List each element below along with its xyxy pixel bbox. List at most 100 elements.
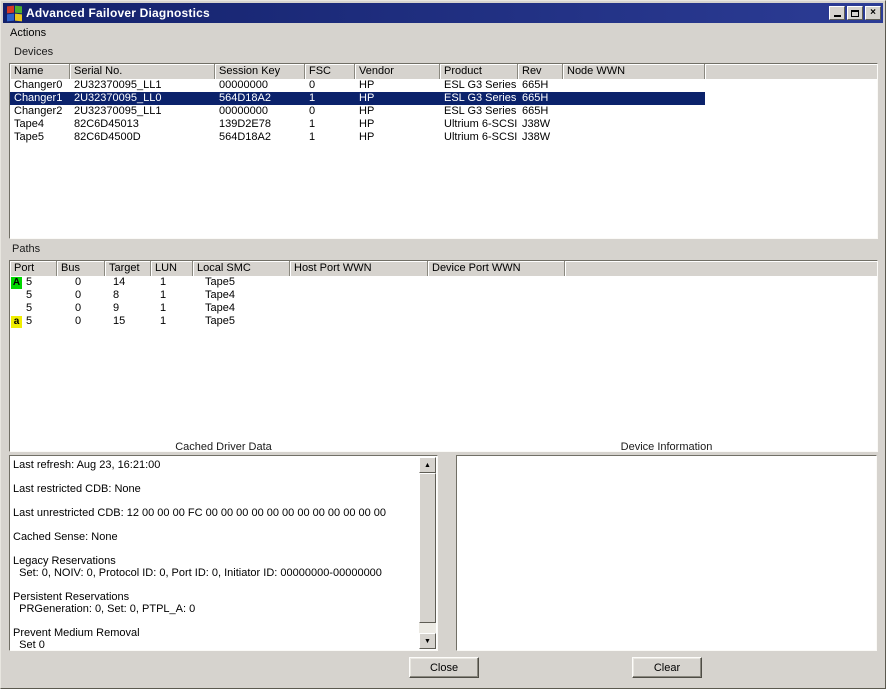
device-cell-product: ESL G3 Series [440,79,518,92]
path-cell-device_port_wwn [428,302,565,315]
device-cell-vendor: HP [355,131,440,144]
title-bar[interactable]: Advanced Failover Diagnostics × [3,3,883,23]
devices-table-body: Changer02U32370095_LL1000000000HPESL G3 … [10,79,877,144]
paths-table-body: A50141Tape55081Tape45091Tape4a50151Tape5 [10,276,877,328]
device-cell-session_key: 00000000 [215,105,305,118]
path-row[interactable]: 5091Tape4 [10,302,877,315]
path-cell-port: a5 [10,315,57,328]
device-row[interactable]: Tape582C6D4500D564D18A21HPUltrium 6-SCSI… [10,131,877,144]
column-header-target[interactable]: Target [105,261,151,276]
device-information-pane[interactable] [456,455,877,651]
clear-button[interactable]: Clear [632,657,702,678]
path-port-value: 5 [26,276,32,289]
path-port-value: 5 [26,315,32,328]
advanced-failover-diagnostics-window: Advanced Failover Diagnostics × Actions … [0,0,886,689]
window-controls: × [829,6,881,20]
path-cell-lun: 1 [151,289,193,302]
devices-table-header: NameSerial No.Session KeyFSCVendorProduc… [10,64,877,79]
path-port-value: 5 [26,289,32,302]
device-row-filler [705,131,877,144]
scroll-down-button[interactable]: ▼ [419,633,436,649]
column-header-node-wwn[interactable]: Node WWN [563,64,705,79]
path-cell-device_port_wwn [428,276,565,289]
device-cell-vendor: HP [355,105,440,118]
path-cell-lun: 1 [151,276,193,289]
cached-driver-data-label: Cached Driver Data [9,441,438,453]
device-cell-fsc: 1 [305,118,355,131]
minimize-button[interactable] [829,6,845,20]
minimize-icon [834,15,841,17]
device-row[interactable]: Changer22U32370095_LL1000000000HPESL G3 … [10,105,877,118]
path-status-badge: a [11,316,22,328]
path-cell-lun: 1 [151,315,193,328]
device-cell-fsc: 1 [305,92,355,105]
cached-driver-data-pane[interactable]: Last refresh: Aug 23, 16:21:00 Last rest… [9,455,438,651]
device-cell-product: ESL G3 Series [440,105,518,118]
device-cell-serial: 2U32370095_LL1 [70,105,215,118]
device-row[interactable]: Changer02U32370095_LL1000000000HPESL G3 … [10,79,877,92]
device-cell-name: Changer0 [10,79,70,92]
path-cell-host_port_wwn [290,276,428,289]
device-row[interactable]: Tape482C6D45013139D2E781HPUltrium 6-SCSI… [10,118,877,131]
column-header-serial-no-[interactable]: Serial No. [70,64,215,79]
path-cell-local_smc: Tape4 [193,302,290,315]
scroll-up-button[interactable]: ▲ [419,457,436,473]
device-cell-rev: 665H [518,105,563,118]
column-header-lun[interactable]: LUN [151,261,193,276]
column-header-bus[interactable]: Bus [57,261,105,276]
column-header-host-port-wwn[interactable]: Host Port WWN [290,261,428,276]
device-cell-serial: 2U32370095_LL0 [70,92,215,105]
path-badge-spacer [11,290,22,302]
device-cell-name: Changer2 [10,105,70,118]
path-row-filler [565,315,877,328]
menu-bar: Actions [3,23,883,41]
device-row-filler [705,79,877,92]
path-status-badge: A [11,277,22,289]
column-header-fsc[interactable]: FSC [305,64,355,79]
scrollbar-thumb[interactable] [419,473,436,623]
app-icon[interactable] [7,6,22,21]
device-cell-vendor: HP [355,79,440,92]
maximize-button[interactable] [847,6,863,20]
arrow-down-icon: ▼ [424,638,431,645]
close-window-button[interactable]: × [865,6,881,20]
column-header-local-smc[interactable]: Local SMC [193,261,290,276]
column-header-vendor[interactable]: Vendor [355,64,440,79]
column-header-port[interactable]: Port [10,261,57,276]
device-cell-node_wwn [563,79,705,92]
path-cell-target: 9 [105,302,151,315]
device-information-label: Device Information [456,441,877,453]
device-cell-vendor: HP [355,118,440,131]
path-row-filler [565,302,877,315]
path-badge-spacer [11,303,22,315]
column-header-session-key[interactable]: Session Key [215,64,305,79]
device-cell-node_wwn [563,131,705,144]
path-cell-target: 14 [105,276,151,289]
cached-scrollbar[interactable]: ▲ ▼ [419,457,436,649]
column-header-rev[interactable]: Rev [518,64,563,79]
device-row-filler [705,92,877,105]
column-header-device-port-wwn[interactable]: Device Port WWN [428,261,565,276]
device-cell-session_key: 139D2E78 [215,118,305,131]
device-cell-name: Changer1 [10,92,70,105]
path-cell-host_port_wwn [290,289,428,302]
column-header-name[interactable]: Name [10,64,70,79]
close-dialog-button[interactable]: Close [409,657,479,678]
device-cell-rev: 665H [518,79,563,92]
path-cell-bus: 0 [57,302,105,315]
path-cell-port: 5 [10,289,57,302]
device-row-filler [705,105,877,118]
device-row[interactable]: Changer12U32370095_LL0564D18A21HPESL G3 … [10,92,877,105]
column-header-product[interactable]: Product [440,64,518,79]
path-row[interactable]: A50141Tape5 [10,276,877,289]
path-cell-lun: 1 [151,302,193,315]
cached-driver-data-text: Last refresh: Aug 23, 16:21:00 Last rest… [13,459,416,648]
device-cell-session_key: 564D18A2 [215,131,305,144]
device-cell-name: Tape5 [10,131,70,144]
path-row[interactable]: 5081Tape4 [10,289,877,302]
device-cell-vendor: HP [355,92,440,105]
path-row[interactable]: a50151Tape5 [10,315,877,328]
menu-actions[interactable]: Actions [3,24,53,41]
paths-table-header: PortBusTargetLUNLocal SMCHost Port WWNDe… [10,261,877,276]
paths-section-label: Paths [12,243,40,255]
